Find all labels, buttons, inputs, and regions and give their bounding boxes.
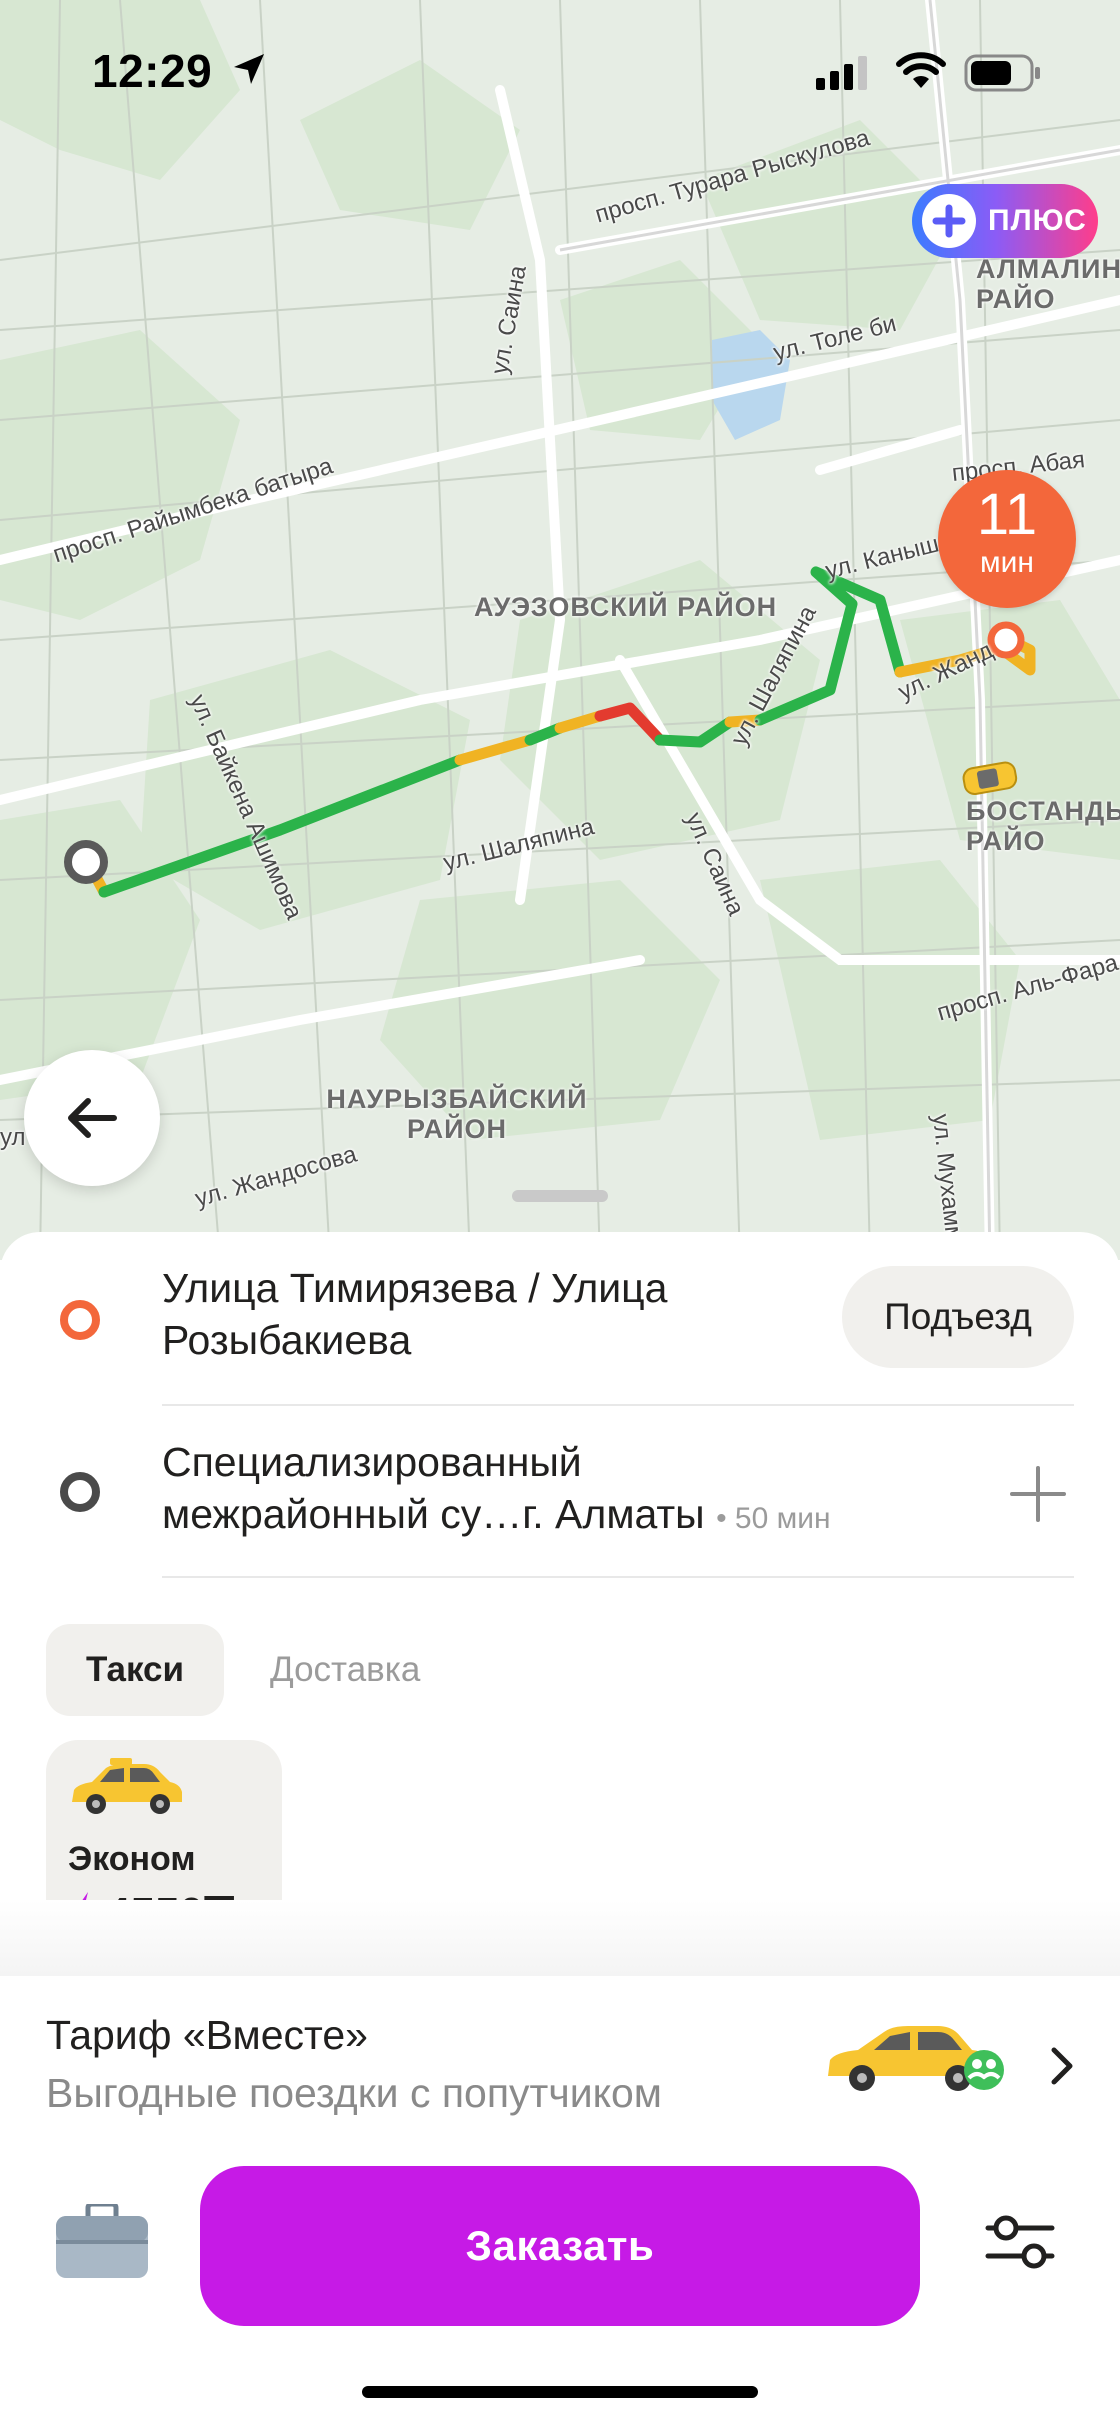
shared-taxi-car-icon bbox=[828, 2026, 1004, 2091]
destination-address-row[interactable]: Специализированный межрайонный су…г. Алм… bbox=[0, 1436, 1120, 1566]
back-button[interactable] bbox=[24, 1050, 160, 1186]
district-label: АУЭЗОВСКИЙ РАЙОН bbox=[474, 592, 778, 622]
add-stop-icon[interactable] bbox=[1010, 1466, 1066, 1522]
status-time: 12:29 bbox=[92, 45, 213, 97]
together-tariff-banner[interactable]: Тариф «Вместе» Выгодные поездки с попутч… bbox=[0, 1976, 1120, 2146]
taxi-car-icon bbox=[72, 1758, 182, 1814]
divider bbox=[162, 1576, 1074, 1578]
chevron-right-icon bbox=[1051, 2047, 1073, 2085]
plus-label: ПЛЮС bbox=[988, 204, 1087, 237]
district-label: БОСТАНДЫ РАЙО bbox=[966, 796, 1120, 856]
order-button[interactable]: Заказать bbox=[200, 2166, 920, 2326]
plus-icon bbox=[922, 194, 976, 248]
destination-dot-icon bbox=[60, 1472, 100, 1512]
cellular-signal-icon bbox=[816, 56, 867, 90]
tariff-name: Эконом bbox=[68, 1840, 196, 1878]
together-title: Тариф «Вместе» bbox=[46, 2012, 368, 2058]
location-arrow-icon bbox=[234, 54, 264, 84]
eta-bubble: 11 мин bbox=[938, 470, 1076, 608]
street-label: ул bbox=[0, 1124, 26, 1151]
entrance-button[interactable]: Подъезд bbox=[842, 1266, 1074, 1368]
home-indicator bbox=[362, 2386, 758, 2398]
tab-delivery[interactable]: Доставка bbox=[270, 1624, 420, 1716]
divider bbox=[162, 1404, 1074, 1406]
trip-duration: • 50 мин bbox=[716, 1502, 831, 1535]
wifi-icon bbox=[896, 52, 946, 88]
pickup-address: Улица Тимирязева / Улица Розыбакиева bbox=[162, 1265, 668, 1363]
sheet-drag-handle[interactable] bbox=[512, 1190, 608, 1202]
destination-address: Специализированный межрайонный су…г. Алм… bbox=[162, 1439, 831, 1537]
district-label: АЛМАЛИН РАЙО bbox=[976, 254, 1120, 314]
together-subtitle: Выгодные поездки с попутчиком bbox=[46, 2070, 662, 2116]
eta-unit: мин bbox=[980, 546, 1034, 579]
arrow-left-icon bbox=[68, 1098, 117, 1138]
plus-subscription-badge[interactable]: ПЛЮС bbox=[912, 184, 1098, 258]
district-label: НАУРЫЗБАЙСКИЙ РАЙОН bbox=[326, 1084, 588, 1144]
sliders-settings-icon[interactable] bbox=[984, 2214, 1056, 2270]
briefcase-icon[interactable] bbox=[54, 2204, 150, 2280]
tab-taxi[interactable]: Такси bbox=[46, 1624, 224, 1716]
status-bar: 12:29 bbox=[0, 0, 1120, 140]
pickup-dot-icon bbox=[60, 1300, 100, 1340]
eta-value: 11 bbox=[976, 482, 1038, 547]
sheet-fade bbox=[0, 1900, 1120, 1976]
battery-icon bbox=[964, 54, 1040, 92]
